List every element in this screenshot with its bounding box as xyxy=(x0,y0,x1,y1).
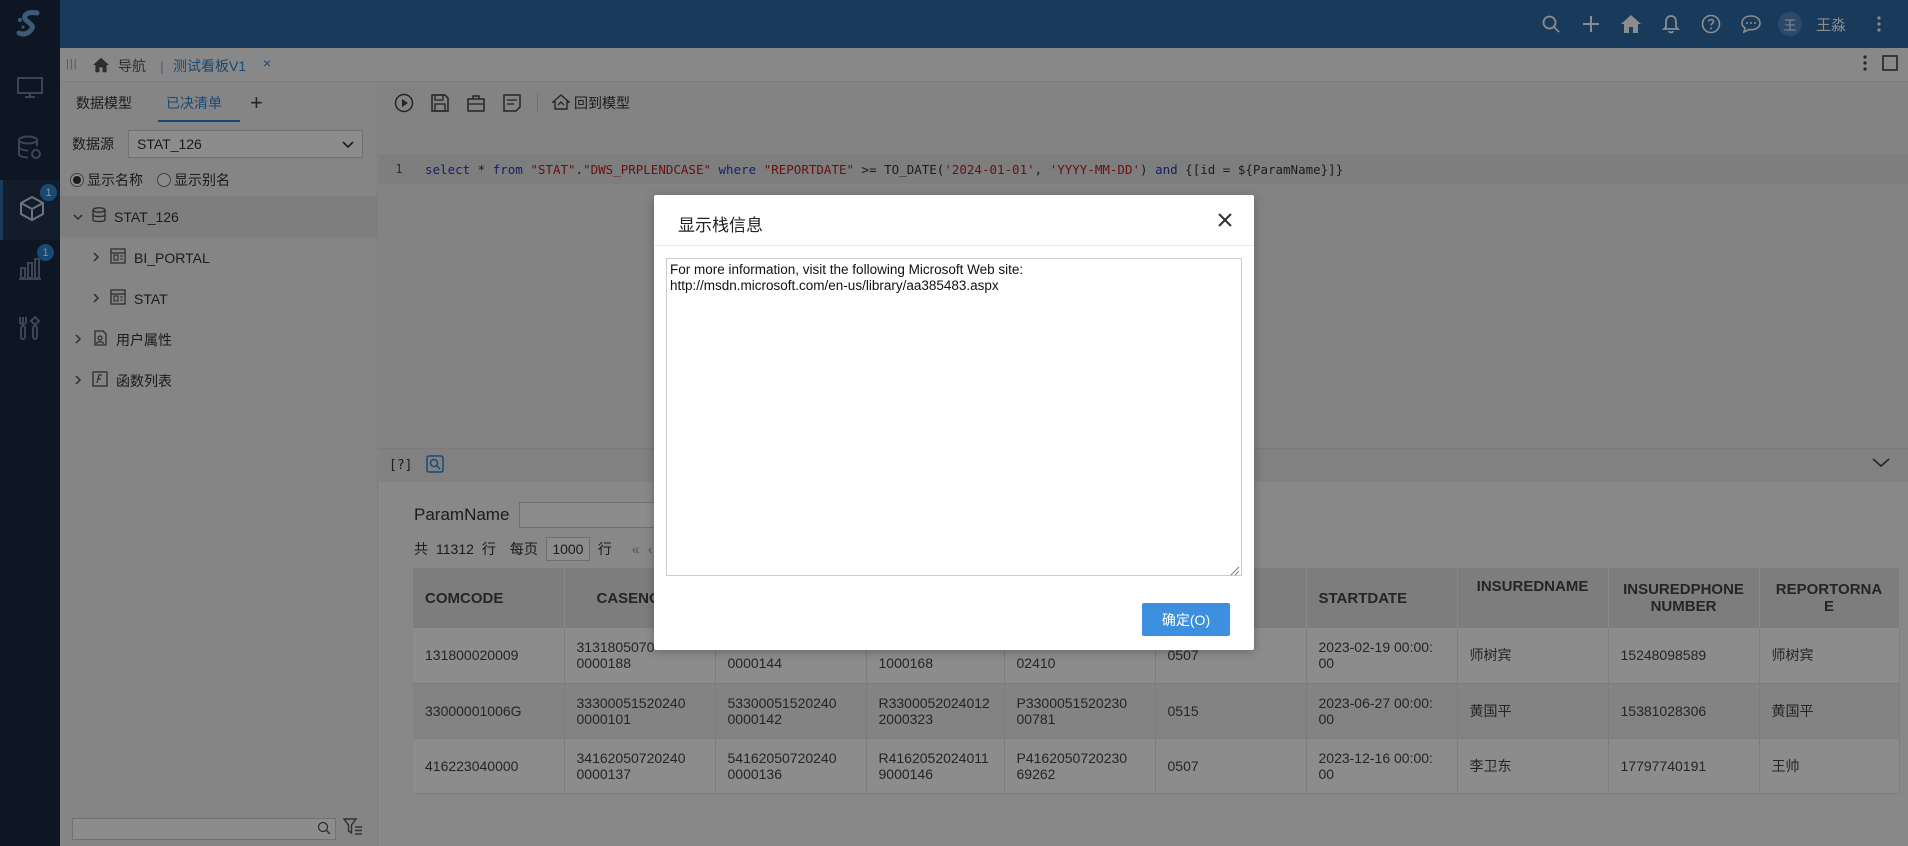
dialog-title: 显示栈信息 xyxy=(678,216,763,235)
close-icon[interactable] xyxy=(1214,209,1236,231)
ok-button[interactable]: 确定(O) xyxy=(1142,603,1230,636)
stack-message-textarea[interactable]: For more information, visit the followin… xyxy=(666,258,1242,576)
stack-info-dialog: 显示栈信息 For more information, visit the fo… xyxy=(654,195,1254,650)
resize-handle-icon[interactable] xyxy=(1230,563,1240,580)
dialog-divider xyxy=(654,245,1254,246)
